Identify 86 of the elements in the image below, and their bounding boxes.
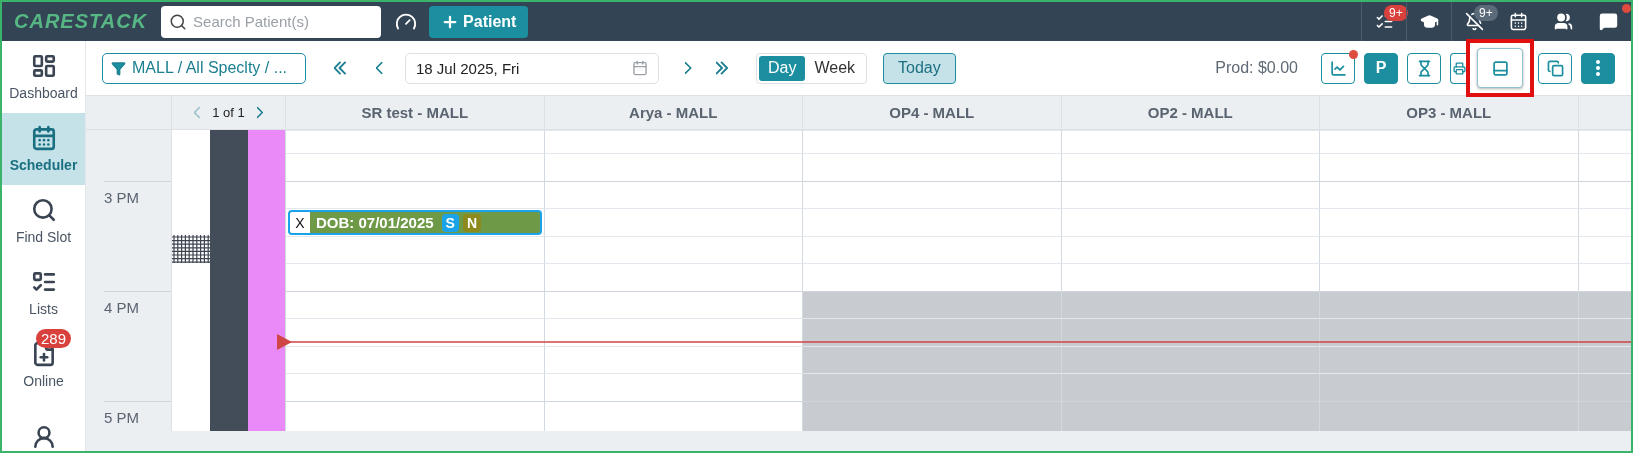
blocked-time-slot[interactable] — [1060, 290, 1319, 318]
blocked-time-slot[interactable] — [802, 345, 1061, 373]
production-total: Prod: $0.00 — [1215, 59, 1298, 77]
time-label: 5 PM — [104, 408, 139, 426]
time-slot[interactable] — [285, 318, 544, 346]
time-slot[interactable] — [543, 290, 802, 318]
blocked-time-slot[interactable] — [1319, 318, 1578, 346]
sidebar-item[interactable]: Online 289 — [2, 329, 85, 401]
column-header: SR test - MALL — [285, 96, 544, 129]
appointment-title: DOB: 07/01/2025 — [316, 214, 434, 231]
toolbar-button[interactable] — [1538, 52, 1572, 84]
count-badge: 289 — [36, 329, 72, 348]
page-indicator: 1 of 1 — [212, 105, 245, 120]
users-icon[interactable] — [1554, 12, 1573, 31]
sidebar-item[interactable]: Dashboard — [2, 41, 85, 113]
search-field[interactable]: Search Patient(s) — [161, 5, 382, 38]
blocked-time-slot[interactable] — [802, 373, 1061, 401]
blocked-time-slot[interactable] — [802, 318, 1061, 346]
graduation-cap-icon[interactable] — [1419, 12, 1439, 31]
sidebar-item[interactable]: Find Slot — [2, 185, 85, 257]
time-label: 4 PM — [104, 298, 139, 316]
sidebar-label: Find Slot — [15, 229, 72, 245]
sidebar-label: Online — [23, 373, 64, 389]
time-label: 3 PM — [104, 188, 139, 206]
toolbar-button[interactable]: P — [1364, 52, 1398, 84]
blocked-time-slot[interactable] — [802, 290, 1061, 318]
blocked-time-slot[interactable] — [1060, 373, 1319, 401]
date-field[interactable]: 18 Jul 2025, Fri — [405, 52, 659, 84]
calendar-icon[interactable] — [1509, 12, 1528, 31]
today-button[interactable]: Today — [883, 52, 956, 84]
copy-icon — [1546, 59, 1564, 77]
chevron-right-icon[interactable] — [685, 61, 692, 75]
sidebar-label: Dashboard — [9, 85, 78, 101]
calendar-icon — [30, 125, 57, 151]
date-value: 18 Jul 2025, Fri — [416, 59, 520, 77]
time-slot[interactable] — [1319, 180, 1578, 208]
time-slot[interactable] — [285, 290, 544, 318]
sidebar-item[interactable]: Lists — [2, 257, 85, 329]
notification-badge: 9+ — [1474, 5, 1498, 21]
column-header: Arya - MALL — [543, 96, 802, 129]
logo: CARESTACK — [14, 10, 148, 33]
time-slot[interactable] — [285, 180, 544, 208]
next-page-button[interactable] — [256, 106, 264, 119]
blocked-time-slot[interactable] — [1060, 345, 1319, 373]
blocked-time-slot[interactable] — [1577, 373, 1631, 401]
toolbar-button[interactable] — [1450, 52, 1466, 84]
blocked-time-slot[interactable] — [1319, 345, 1578, 373]
add-patient-button[interactable]: Patient — [429, 5, 529, 38]
sidebar-item[interactable]: Scheduler — [2, 113, 85, 185]
sidebar-label: Lists — [29, 301, 58, 317]
notification-badge: 9+ — [1384, 5, 1408, 21]
blocked-time-slot[interactable] — [1319, 290, 1578, 318]
dashboard-icon — [30, 53, 57, 79]
time-slot[interactable] — [543, 318, 802, 346]
chevron-left-icon[interactable] — [376, 61, 383, 75]
close-button[interactable]: X — [290, 212, 310, 233]
blocked-time-slot[interactable] — [1319, 373, 1578, 401]
sidebar-label: Scheduler — [9, 157, 78, 173]
layout-icon — [1491, 59, 1509, 77]
hatched-block-icon — [172, 235, 210, 263]
chat-icon[interactable] — [1599, 12, 1618, 31]
time-slot[interactable] — [802, 180, 1061, 208]
printer-icon — [1453, 61, 1466, 75]
toolbar-button[interactable] — [1321, 52, 1355, 84]
filter-icon — [111, 60, 126, 76]
view-tab[interactable]: Day — [759, 55, 806, 81]
time-slot[interactable] — [543, 400, 802, 431]
column-header: OP3 - MALL — [1319, 96, 1578, 129]
toolbar-button[interactable] — [1407, 52, 1441, 84]
double-chevron-right-icon[interactable] — [716, 61, 728, 75]
filter-button[interactable]: MALL / All Speclty / ... — [102, 52, 306, 84]
status-badge: N — [462, 213, 482, 232]
column-header: OP2 - MALL — [1060, 96, 1319, 129]
search-icon — [30, 197, 57, 223]
more-icon — [1596, 60, 1600, 76]
status-badge: S — [441, 213, 459, 232]
chart-icon — [1329, 59, 1347, 77]
calendar-icon — [632, 60, 648, 76]
toolbar-button[interactable] — [1477, 48, 1523, 88]
time-slot[interactable] — [285, 400, 544, 431]
toolbar-button[interactable] — [1581, 52, 1615, 84]
time-slot[interactable] — [543, 180, 802, 208]
time-slot[interactable] — [1060, 180, 1319, 208]
column-header: OP4 - MALL — [802, 96, 1061, 129]
double-chevron-left-icon[interactable] — [334, 61, 346, 75]
blocked-time-slot[interactable] — [1060, 318, 1319, 346]
